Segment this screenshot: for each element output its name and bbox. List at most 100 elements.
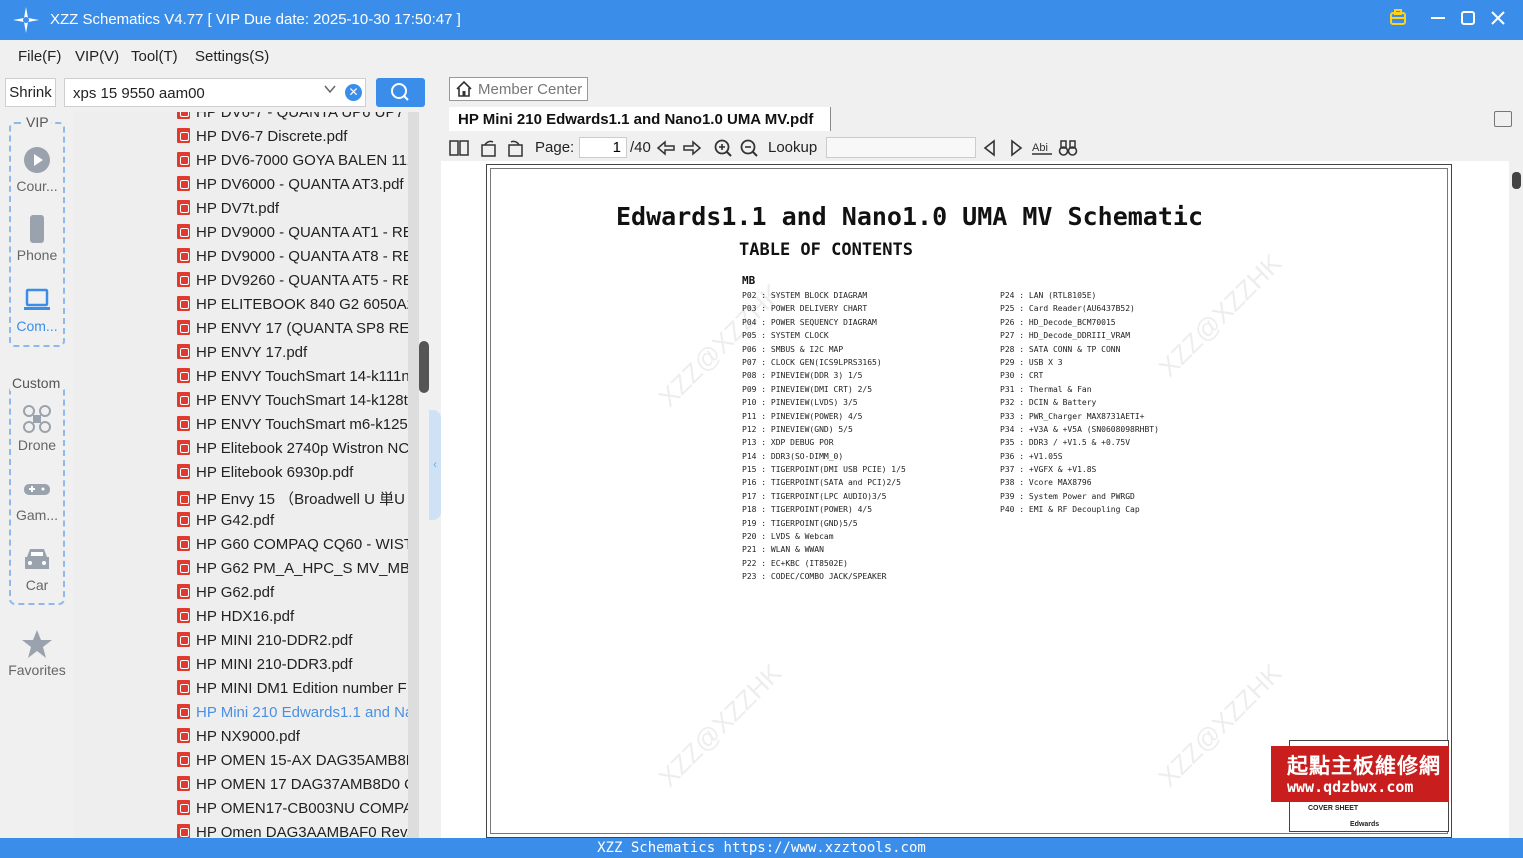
pdf-file-icon <box>177 248 190 263</box>
page-number-input[interactable]: 1 <box>579 137 627 158</box>
member-center-button[interactable]: Member Center <box>449 77 588 101</box>
file-list-item[interactable]: HP DV6000 - QUANTA AT3.pdf <box>177 176 417 200</box>
category-courses[interactable]: Cour... <box>7 144 67 194</box>
category-car[interactable]: Car <box>7 543 67 593</box>
file-list-scroll-thumb[interactable] <box>419 341 429 393</box>
file-list-item[interactable]: HP OMEN17-CB003NU COMPA <box>177 800 417 824</box>
lookup-input[interactable] <box>826 137 976 158</box>
file-name: HP Elitebook 6930p.pdf <box>196 464 354 481</box>
toc-entry: P22 : EC+KBC (IT8502E) <box>742 558 848 568</box>
file-list-item[interactable]: HP DV7t.pdf <box>177 200 417 224</box>
close-button[interactable] <box>1486 8 1510 32</box>
search-combobox[interactable]: ✕ <box>64 78 366 107</box>
file-list-item[interactable]: HP G62.pdf <box>177 584 417 608</box>
search-input[interactable] <box>73 83 313 103</box>
file-list-item[interactable]: HP DV9000 - QUANTA AT1 - RE <box>177 224 417 248</box>
pdf-file-icon <box>177 560 190 575</box>
zoom-in-icon[interactable] <box>713 138 733 158</box>
toc-entry: P26 : HD_Decode_BCM70015 <box>1000 317 1116 327</box>
chevron-down-icon[interactable] <box>323 82 337 99</box>
schematic-border <box>490 168 1448 834</box>
document-scroll-thumb[interactable] <box>1512 172 1521 189</box>
file-list-item[interactable]: HP ENVY 17.pdf <box>177 344 417 368</box>
file-list-item[interactable]: HP Envy 15 （Broadwell U 単U ） <box>177 488 417 512</box>
file-list-item[interactable]: HP DV6-7 - QUANTA UP6 UP7 - <box>177 112 417 128</box>
find-prev-icon[interactable] <box>980 138 1000 158</box>
rotate-right-icon[interactable] <box>505 138 525 158</box>
file-name: HP Elitebook 2740p Wistron NC <box>196 440 410 457</box>
close-tab-icon[interactable] <box>1494 111 1512 127</box>
category-label: Cour... <box>16 178 58 194</box>
file-list-item[interactable]: HP ENVY TouchSmart 14-k128t <box>177 392 417 416</box>
zoom-out-icon[interactable] <box>739 138 759 158</box>
file-name: HP ELITEBOOK 840 G2 6050A26 <box>196 296 417 313</box>
file-list-scrollbar[interactable] <box>408 112 419 838</box>
find-next-icon[interactable] <box>1006 138 1026 158</box>
file-list-item[interactable]: HP Mini 210 Edwards1.1 and Na <box>177 704 417 728</box>
file-list-item[interactable]: HP Elitebook 6930p.pdf <box>177 464 417 488</box>
file-list-item[interactable]: HP OMEN 17 DAG37AMB8D0 Q <box>177 776 417 800</box>
file-list-item[interactable]: HP ENVY TouchSmart m6-k125c <box>177 416 417 440</box>
category-favorites[interactable]: Favorites <box>7 628 67 678</box>
category-label: Drone <box>17 437 57 453</box>
phone-icon <box>30 215 44 243</box>
category-drone[interactable]: Drone <box>7 403 67 453</box>
file-list-item[interactable]: HP DV6-7 Discrete.pdf <box>177 128 417 152</box>
tab-document[interactable]: HP Mini 210 Edwards1.1 and Nano1.0 UMA M… <box>449 107 831 131</box>
file-list-item[interactable]: HP G62 PM_A_HPC_S MV_MB_V <box>177 560 417 584</box>
pdf-file-icon <box>177 584 190 599</box>
clear-search-icon[interactable]: ✕ <box>345 84 362 101</box>
file-list-item[interactable]: HP Omen DAG3AAMBAF0 Rev. <box>177 824 417 838</box>
pdf-file-icon <box>177 152 190 167</box>
file-list-item[interactable]: HP NX9000.pdf <box>177 728 417 752</box>
file-list-item[interactable]: HP MINI 210-DDR2.pdf <box>177 632 417 656</box>
home-icon <box>456 80 472 97</box>
file-list-item[interactable]: HP Elitebook 2740p Wistron NC <box>177 440 417 464</box>
document-scrollbar[interactable] <box>1509 161 1523 838</box>
toc-entry: P03 : POWER DELIVERY CHART <box>742 304 868 314</box>
toc-entry: P16 : TIGERPOINT(SATA and PCI)2/5 <box>742 478 901 488</box>
menu-settings[interactable]: Settings(S) <box>195 48 269 65</box>
file-list-item[interactable]: HP ELITEBOOK 840 G2 6050A26 <box>177 296 417 320</box>
pdf-file-icon <box>177 200 190 215</box>
file-list-item[interactable]: HP DV6-7000 GOYA BALEN 112 <box>177 152 417 176</box>
vip-briefcase-icon[interactable] <box>1386 8 1410 32</box>
file-list-item[interactable]: HP MINI DM1 Edition number F <box>177 680 417 704</box>
search-button[interactable] <box>376 78 425 107</box>
file-list-item[interactable]: HP DV9260 - QUANTA AT5 - RE <box>177 272 417 296</box>
minimize-button[interactable] <box>1426 8 1450 32</box>
file-name: HP MINI 210-DDR3.pdf <box>196 656 353 673</box>
file-list-item[interactable]: HP G42.pdf <box>177 512 417 536</box>
menu-file[interactable]: File(F) <box>18 48 61 65</box>
file-list-item[interactable]: HP HDX16.pdf <box>177 608 417 632</box>
file-list-item[interactable]: HP ENVY 17 (QUANTA SP8 REV. <box>177 320 417 344</box>
category-computer[interactable]: Com... <box>7 284 67 334</box>
pdf-file-icon <box>177 128 190 143</box>
toc-entry: P23 : CODEC/COMBO JACK/SPEAKER <box>742 572 887 582</box>
match-case-icon[interactable]: Abi <box>1031 138 1053 158</box>
file-name: HP Omen DAG3AAMBAF0 Rev. <box>196 824 411 838</box>
file-name: HP ENVY TouchSmart m6-k125c <box>196 416 416 433</box>
maximize-button[interactable] <box>1456 8 1480 32</box>
rotate-left-icon[interactable] <box>479 138 499 158</box>
dual-page-icon[interactable] <box>449 138 469 158</box>
prev-arrow-icon[interactable] <box>656 138 676 158</box>
file-list-item[interactable]: HP DV9000 - QUANTA AT8 - RE <box>177 248 417 272</box>
menu-vip[interactable]: VIP(V) <box>75 48 119 65</box>
file-list-item[interactable]: HP OMEN 15-AX DAG35AMB8E <box>177 752 417 776</box>
toc-entry: P38 : Vcore MAX8796 <box>1000 478 1092 488</box>
watermark-stamp: 起點主板維修網 www.qdzbwx.com <box>1271 746 1449 802</box>
menu-tool[interactable]: Tool(T) <box>131 48 178 65</box>
file-list-item[interactable]: HP MINI 210-DDR3.pdf <box>177 656 417 680</box>
drone-icon <box>23 405 51 433</box>
category-phone[interactable]: Phone <box>7 213 67 263</box>
file-list-item[interactable]: HP G60 COMPAQ CQ60 - WISTR <box>177 536 417 560</box>
file-list-item[interactable]: HP ENVY TouchSmart 14-k111n <box>177 368 417 392</box>
shrink-button[interactable]: Shrink <box>5 78 56 107</box>
category-games[interactable]: Gam... <box>7 473 67 523</box>
menu-bar: File(F) VIP(V) Tool(T) Settings(S) <box>0 40 1523 72</box>
next-arrow-icon[interactable] <box>682 138 702 158</box>
binoculars-icon[interactable] <box>1058 138 1078 158</box>
collapse-panel-handle[interactable]: ‹ <box>429 410 441 520</box>
toc-entry: P33 : PWR_Charger MAX8731AETI+ <box>1000 411 1145 421</box>
